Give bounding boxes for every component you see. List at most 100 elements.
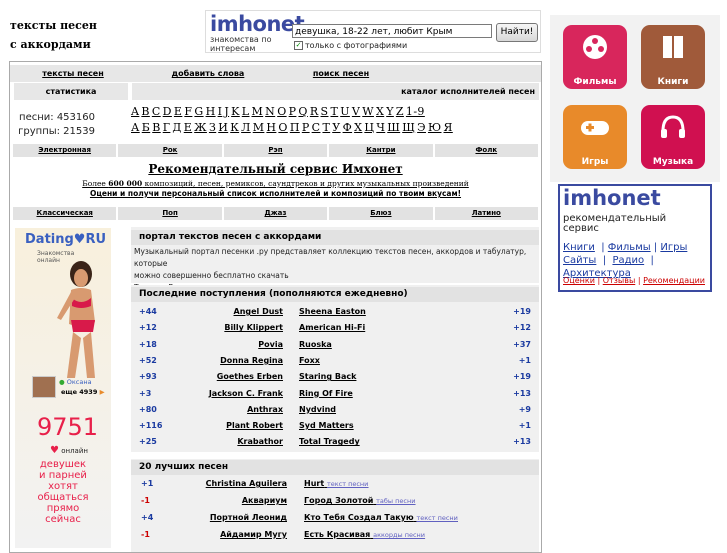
artist-link[interactable]: Plant Robert [226, 418, 283, 434]
artist-link[interactable]: Krabathor [237, 434, 283, 450]
genre-link[interactable]: Рэп [223, 144, 328, 157]
genre-link[interactable]: Поп [118, 207, 222, 220]
link-films[interactable]: Фильмы [608, 242, 651, 253]
letter-link[interactable]: Х [354, 121, 362, 134]
letter-link[interactable]: Ю [428, 121, 442, 134]
letter-link[interactable]: Э [417, 121, 426, 134]
letter-link[interactable]: Ф [343, 121, 353, 134]
artist-link[interactable]: Портной Леонид [210, 510, 287, 526]
artist-link[interactable]: Goethes Erben [217, 369, 283, 385]
recommend-line2[interactable]: Оцени и получи персональный список испол… [10, 189, 541, 198]
tile-films[interactable]: Фильмы [563, 25, 627, 89]
letter-link[interactable]: Н [266, 121, 276, 134]
artist-link[interactable]: Foxx [299, 353, 320, 369]
letter-link[interactable]: Ч [376, 121, 385, 134]
letter-link[interactable]: В [152, 121, 160, 134]
song-link[interactable]: Кто Тебя Создал Такую текст песни [304, 510, 458, 526]
letter-link[interactable]: Т [322, 121, 330, 134]
letter-link[interactable]: И [218, 121, 228, 134]
letter-link[interactable]: У [332, 121, 340, 134]
artist-link[interactable]: Ring Of Fire [299, 386, 353, 402]
letter-link[interactable]: N [265, 105, 275, 118]
letter-link[interactable]: C [152, 105, 161, 118]
artist-link[interactable]: Аквариум [242, 493, 287, 509]
genre-link[interactable]: Джаз [223, 207, 328, 220]
imhonet-logo[interactable]: imhonet [210, 12, 305, 36]
letter-link[interactable]: Я [444, 121, 453, 134]
artist-link[interactable]: Sheena Easton [299, 304, 366, 320]
genre-link[interactable]: Электронная [13, 144, 117, 157]
nav-add-lyrics[interactable]: добавить слова [138, 65, 278, 82]
letter-link[interactable]: T [330, 105, 338, 118]
artist-link[interactable]: Total Tragedy [299, 434, 360, 450]
artist-link[interactable]: Billy Klippert [224, 320, 283, 336]
artist-link[interactable]: Syd Matters [299, 418, 354, 434]
letter-link[interactable]: V [352, 105, 360, 118]
artist-link[interactable]: Jackson C. Frank [209, 386, 283, 402]
link-games[interactable]: Игры [660, 242, 687, 253]
letter-link[interactable]: D [163, 105, 172, 118]
letter-link[interactable]: E [174, 105, 182, 118]
letter-link[interactable]: O [277, 105, 286, 118]
letter-link[interactable]: П [290, 121, 300, 134]
recommend-line1[interactable]: Более 600 000 композиций, песен, ремиксо… [10, 179, 541, 188]
letter-link[interactable]: К [230, 121, 239, 134]
genre-link[interactable]: Классическая [13, 207, 117, 220]
artist-link[interactable]: American Hi-Fi [299, 320, 365, 336]
nav-song-texts[interactable]: тексты песен [14, 65, 132, 82]
artist-link[interactable]: Staring Back [299, 369, 356, 385]
recommend-title[interactable]: Рекомендательный сервис Имхонет [10, 162, 541, 176]
letter-link[interactable]: С [312, 121, 321, 134]
link-ratings[interactable]: Оценки [563, 276, 595, 285]
artist-link[interactable]: Angel Dust [234, 304, 284, 320]
nav-song-search[interactable]: поиск песен [278, 65, 404, 82]
genre-link[interactable]: Фолк [434, 144, 538, 157]
letter-link[interactable]: Y [386, 105, 394, 118]
find-button[interactable]: Найти! [496, 23, 538, 42]
artist-link[interactable]: Nydvind [299, 402, 336, 418]
artist-link[interactable]: Айдамир Мугу [220, 527, 287, 543]
tile-books[interactable]: Книги [641, 25, 705, 89]
letter-link[interactable]: U [340, 105, 350, 118]
letter-link[interactable]: Л [241, 121, 251, 134]
artist-link[interactable]: Ruoska [299, 337, 332, 353]
letter-link[interactable]: З [209, 121, 216, 134]
letter-link[interactable]: A [131, 105, 139, 118]
letter-link[interactable]: Ш [387, 121, 400, 134]
tile-games[interactable]: Игры [563, 105, 627, 169]
song-link[interactable]: Есть Красивая аккорды песни [304, 527, 425, 543]
letter-link[interactable]: Б [142, 121, 150, 134]
imhonet-box-logo[interactable]: imhonet [563, 186, 661, 210]
genre-link[interactable]: Латино [434, 207, 538, 220]
link-books[interactable]: Книги [563, 242, 595, 253]
tile-music[interactable]: Музыка [641, 105, 705, 169]
genre-link[interactable]: Кантри [329, 144, 433, 157]
link-sites[interactable]: Сайты [563, 255, 596, 266]
letter-link[interactable]: M [251, 105, 263, 118]
letter-link[interactable]: W [362, 105, 374, 118]
letter-link[interactable]: Р [302, 121, 310, 134]
letter-link[interactable]: J [224, 105, 229, 118]
genre-link[interactable]: Блюз [329, 207, 433, 220]
letter-link[interactable]: X [376, 105, 384, 118]
artist-link[interactable]: Anthrax [247, 402, 283, 418]
lyrics-type-link[interactable]: табы песни [376, 497, 415, 505]
letter-link[interactable]: А [131, 121, 140, 134]
letter-link[interactable]: S [321, 105, 329, 118]
letter-link[interactable]: Ц [364, 121, 374, 134]
letter-link[interactable]: Щ [402, 121, 415, 134]
link-reviews[interactable]: Отзывы [603, 276, 636, 285]
artist-link[interactable]: Povia [258, 337, 283, 353]
link-radio[interactable]: Радио [612, 255, 644, 266]
lyrics-type-link[interactable]: текст песни [327, 480, 368, 488]
letter-link[interactable]: P [289, 105, 297, 118]
letter-link[interactable]: 1-9 [406, 105, 425, 118]
artist-link[interactable]: Donna Regina [220, 353, 283, 369]
lyrics-type-link[interactable]: аккорды песни [373, 531, 425, 539]
letter-link[interactable]: М [253, 121, 265, 134]
letter-link[interactable]: Е [184, 121, 192, 134]
letter-link[interactable]: R [310, 105, 319, 118]
search-input[interactable]: девушка, 18-22 лет, любит Крым [292, 24, 492, 38]
photo-only-checkbox[interactable]: ✓ [294, 41, 303, 50]
letter-link[interactable]: Г [163, 121, 171, 134]
